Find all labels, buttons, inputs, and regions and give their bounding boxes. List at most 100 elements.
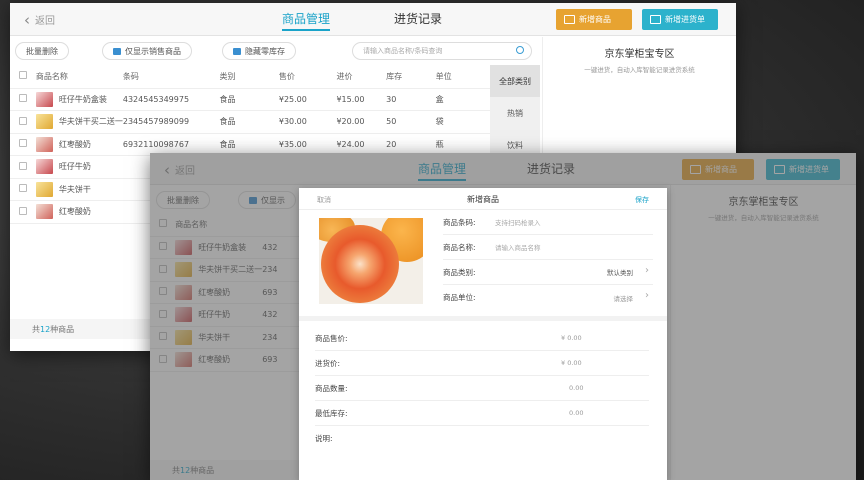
only-saleable-toggle[interactable]: 仅显示销售商品 <box>102 42 192 60</box>
batch-delete-button[interactable]: 批量删除 <box>156 191 210 209</box>
table-row[interactable]: 红枣酸奶 693 <box>150 348 300 372</box>
save-button[interactable]: 保存 <box>635 195 649 205</box>
jd-zone-subtitle: 一键进货，自动入库智能记录进货系统 <box>708 214 819 222</box>
row-checkbox[interactable] <box>159 264 167 273</box>
hide-zero-stock-toggle[interactable]: 隐藏零库存 <box>222 42 296 60</box>
front-screen: ‹ 返回 商品管理 进货记录 新增商品 新增进货单 批量删除 仅显示 商品名称 <box>150 153 856 480</box>
jd-zone-title: 京东掌柜宝专区 <box>728 197 799 208</box>
chevron-left-icon: ‹ <box>164 160 170 179</box>
row-checkbox[interactable] <box>19 94 27 103</box>
select-all-checkbox[interactable] <box>159 219 167 228</box>
cell-price: ¥25.00 <box>278 88 337 111</box>
sale-price-field[interactable]: 商品售价: ¥ 0.00 <box>315 326 649 351</box>
row-checkbox[interactable] <box>159 309 167 318</box>
footer-suffix: 种商品 <box>50 324 75 334</box>
quantity-value: 0.00 <box>569 384 584 392</box>
tab-purchase-records[interactable]: 进货记录 <box>527 160 575 179</box>
table-row[interactable]: 旺仔牛奶盒装 432 <box>150 236 300 259</box>
cell-name: 旺仔牛奶盒装 <box>198 242 247 252</box>
quantity-field[interactable]: 商品数量: 0.00 <box>315 376 649 401</box>
row-checkbox[interactable] <box>19 184 27 193</box>
row-checkbox[interactable] <box>159 287 167 296</box>
row-checkbox[interactable] <box>19 161 27 170</box>
min-stock-field[interactable]: 最低库存: 0.00 <box>315 401 649 426</box>
table-row[interactable]: 旺仔牛奶 432 <box>150 303 300 327</box>
batch-delete-label: 批量删除 <box>26 46 58 56</box>
barcode-field[interactable]: 商品条码: 支持扫码枪录入 <box>443 210 653 235</box>
new-goods-button[interactable]: 新增商品 <box>556 9 632 30</box>
batch-delete-button[interactable]: 批量删除 <box>15 42 69 60</box>
cell-barcode: 234 <box>262 326 300 349</box>
new-purchase-label: 新增进货单 <box>789 165 829 174</box>
product-thumbnail <box>35 204 53 220</box>
product-thumbnail <box>175 307 193 323</box>
new-purchase-order-button[interactable]: 新增进货单 <box>766 159 840 180</box>
new-purchase-label: 新增进货单 <box>665 15 705 24</box>
chevron-left-icon: ‹ <box>24 10 30 29</box>
table-row[interactable]: 旺仔牛奶盒装 4324545349975 食品 ¥25.00 ¥15.00 30… <box>10 88 490 111</box>
only-saleable-label: 仅显示销售商品 <box>125 46 181 56</box>
name-label: 商品名称: <box>443 242 476 252</box>
cell-name: 旺仔牛奶 <box>198 310 231 320</box>
purchase-price-field[interactable]: 进货价: ¥ 0.00 <box>315 351 649 376</box>
tab-purchase-records[interactable]: 进货记录 <box>394 10 442 29</box>
unit-value: 请选择 <box>613 294 634 303</box>
row-checkbox[interactable] <box>19 206 27 215</box>
barcode-label: 商品条码: <box>443 217 476 227</box>
cell-name: 华夫饼干买二送一 <box>198 265 263 275</box>
table-row[interactable]: 华夫饼干 234 <box>150 326 300 349</box>
section-divider <box>299 316 667 321</box>
bag-icon <box>249 196 257 204</box>
cell-name: 华夫饼干 <box>58 184 91 194</box>
back-button[interactable]: ‹ 返回 <box>164 162 195 177</box>
goods-search-input[interactable]: 请输入商品名称/条码查询 <box>352 42 532 60</box>
category-all[interactable]: 全部类别 <box>490 65 540 97</box>
back-button[interactable]: ‹ 返回 <box>24 12 55 27</box>
category-hot[interactable]: 热销 <box>490 97 540 129</box>
tab-goods-management[interactable]: 商品管理 <box>418 160 467 181</box>
notes-field[interactable]: 说明: <box>315 426 649 451</box>
purchase-price-value: ¥ 0.00 <box>561 359 582 367</box>
dialog-header: 取消 新增商品 保存 <box>299 188 667 210</box>
tab-goods-management[interactable]: 商品管理 <box>282 10 331 31</box>
only-saleable-label: 仅显示 <box>261 195 285 205</box>
back-label: 返回 <box>175 166 195 177</box>
unit-select[interactable]: 商品单位: 请选择 › <box>443 285 653 310</box>
category-select[interactable]: 商品类别: 默认类别 › <box>443 260 653 285</box>
sale-price-value: ¥ 0.00 <box>561 334 582 342</box>
category-sidebar: 全部类别 热销 饮料 <box>490 65 540 161</box>
new-purchase-order-button[interactable]: 新增进货单 <box>642 9 718 30</box>
row-checkbox[interactable] <box>19 116 27 125</box>
col-category: 类别 <box>219 65 279 89</box>
row-checkbox[interactable] <box>159 332 167 341</box>
product-thumbnail <box>35 114 53 130</box>
cell-unit: 袋 <box>435 110 490 134</box>
cell-name: 红枣酸奶 <box>198 355 231 365</box>
category-label: 商品类别: <box>443 267 476 277</box>
name-field[interactable]: 商品名称: 请输入商品名称 <box>443 235 653 260</box>
row-checkbox[interactable] <box>159 354 167 363</box>
only-saleable-toggle[interactable]: 仅显示 <box>238 191 296 209</box>
bag-icon <box>113 47 121 55</box>
cell-barcode: 4324545349975 <box>122 88 220 111</box>
select-all-checkbox[interactable] <box>19 71 27 80</box>
product-photo[interactable] <box>319 218 423 304</box>
row-checkbox[interactable] <box>19 139 27 148</box>
purchase-price-label: 进货价: <box>315 358 341 368</box>
table-header-row: 商品名称 条码 类别 售价 进价 库存 单位 <box>10 65 490 89</box>
table-row[interactable]: 华夫饼干买二送一 234 <box>150 258 300 282</box>
product-thumbnail <box>35 159 53 175</box>
cell-name: 红枣酸奶 <box>58 139 91 149</box>
new-goods-label: 新增商品 <box>705 165 737 174</box>
row-checkbox[interactable] <box>159 242 167 251</box>
cell-category: 食品 <box>219 88 279 111</box>
search-placeholder: 请输入商品名称/条码查询 <box>363 47 443 55</box>
new-goods-button[interactable]: 新增商品 <box>682 159 754 180</box>
table-row[interactable]: 华夫饼干买二送一 2345457989099 食品 ¥30.00 ¥20.00 … <box>10 110 490 134</box>
jd-zone-subtitle: 一键进货，自动入库智能记录进货系统 <box>584 66 695 74</box>
chevron-right-icon: › <box>645 265 649 276</box>
goods-toolbar: 批量删除 仅显示销售商品 隐藏零库存 请输入商品名称/条码查询 <box>10 39 540 65</box>
goods-count: 12 <box>40 324 51 334</box>
table-row[interactable]: 红枣酸奶 693 <box>150 281 300 304</box>
jd-zone-panel: 京东掌柜宝专区 一键进货，自动入库智能记录进货系统 <box>670 185 856 480</box>
